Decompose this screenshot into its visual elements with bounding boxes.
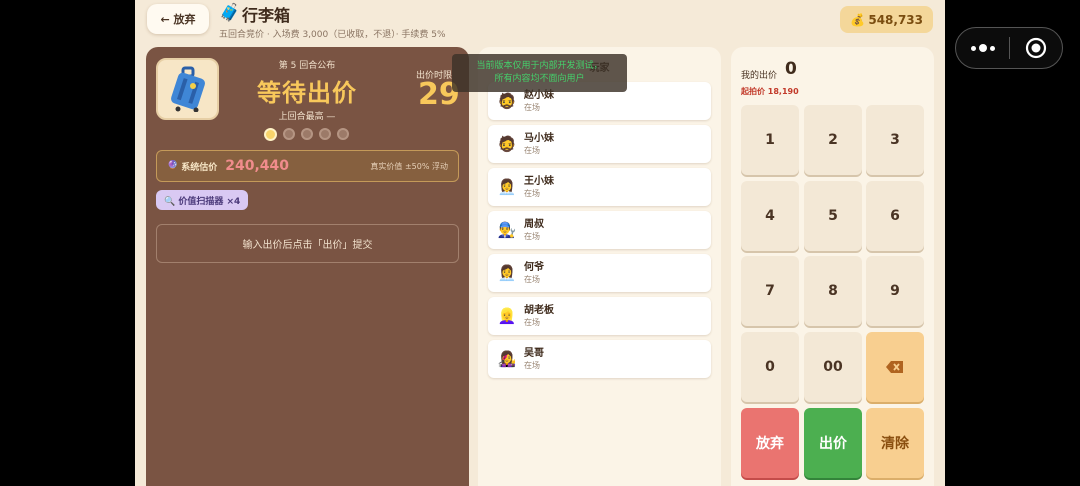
give-up-back-button[interactable]: ← 放弃: [147, 4, 209, 34]
suitcase-icon: [170, 66, 205, 112]
round-dot: [264, 128, 277, 141]
avatar: 🧔: [497, 135, 517, 153]
backspace-button[interactable]: [866, 332, 924, 402]
key-5[interactable]: 5: [804, 181, 862, 251]
target-close-icon[interactable]: [1010, 37, 1062, 59]
player-name: 马小妹: [524, 132, 554, 144]
round-label: 第 5 回合公布: [278, 61, 336, 71]
toast-line-2: 所有内容均不面向用户: [494, 74, 585, 84]
avatar: 👱‍♀️: [497, 307, 517, 325]
round-progress: [264, 128, 349, 141]
player-row: 🧔 马小妹 在场: [488, 125, 711, 163]
player-name: 何爷: [524, 261, 544, 273]
start-price: 起拍价 18,190: [741, 87, 799, 96]
backspace-icon: [886, 361, 903, 373]
page-title: 行李箱: [242, 6, 291, 25]
page-subtitle: 五回合竞价 · 入场费 3,000（已收取，不退）· 手续费 5%: [219, 30, 446, 40]
player-state: 在场: [524, 231, 540, 241]
key-6[interactable]: 6: [866, 181, 924, 251]
key-9[interactable]: 9: [866, 256, 924, 326]
item-card: [156, 58, 219, 120]
key-1[interactable]: 1: [741, 105, 799, 175]
round-dot: [337, 128, 349, 140]
estimate-note: 真实价值 ±50% 浮动: [370, 161, 448, 171]
player-state: 在场: [524, 317, 540, 327]
player-name: 周叔: [524, 218, 544, 230]
player-row: 👱‍♀️ 胡老板 在场: [488, 297, 711, 335]
money-bag-icon: 💰: [850, 12, 866, 27]
player-state: 在场: [524, 360, 540, 370]
crystal-ball-icon: 🔮: [167, 161, 179, 171]
estimate-label: 系统估价: [181, 162, 218, 173]
avatar: 👩‍🎤: [497, 350, 517, 368]
coin-balance: 💰 548,733: [840, 6, 933, 33]
player-row: 👩‍🎤 吴哥 在场: [488, 340, 711, 378]
auction-status: 等待出价: [257, 79, 357, 107]
key-2[interactable]: 2: [804, 105, 862, 175]
round-dot: [301, 128, 313, 140]
coin-amount: 548,733: [868, 12, 923, 27]
bid-hint: 输入出价后点击「出价」提交: [156, 224, 459, 263]
auction-panel: 第 5 回合公布 等待出价 上回合最高 — 出价时限 29 🔮 系统估价 240…: [146, 47, 469, 486]
avatar: 👩‍💼: [497, 178, 517, 196]
toast-line-1: 当前版本仅用于内部开发测试，: [476, 61, 603, 71]
player-name: 吴哥: [524, 347, 544, 359]
key-4[interactable]: 4: [741, 181, 799, 251]
key-8[interactable]: 8: [804, 256, 862, 326]
avatar: 🧔: [497, 92, 517, 110]
key-00[interactable]: 00: [804, 332, 862, 402]
player-name: 王小妹: [524, 175, 554, 187]
suitcase-icon: 🧳: [219, 3, 241, 23]
players-panel: 玩家 🧔赵小妹在场🧔马小妹在场👩‍💼王小妹在场👨‍🔧周叔在场👩‍💼何爷在场👱‍♀…: [478, 47, 721, 486]
key-3[interactable]: 3: [866, 105, 924, 175]
my-bid-label: 我的出价: [741, 71, 778, 81]
game-stage: ← 放弃 🧳 行李箱 五回合竞价 · 入场费 3,000（已收取，不退）· 手续…: [135, 0, 945, 486]
my-bid-value: 0: [785, 59, 797, 79]
give-up-button[interactable]: 放弃: [741, 408, 799, 478]
key-7[interactable]: 7: [741, 256, 799, 326]
player-name: 胡老板: [524, 304, 554, 316]
player-row: 👨‍🔧 周叔 在场: [488, 211, 711, 249]
value-scanner-button[interactable]: 🔍 价值扫描器 ×4: [156, 190, 249, 210]
player-state: 在场: [524, 145, 540, 155]
round-dot: [319, 128, 331, 140]
avatar: 👩‍💼: [497, 264, 517, 282]
keypad-panel: 我的出价 0 起拍价 18,190 1 2 3 4 5 6 7 8 9 0 00…: [731, 47, 934, 486]
key-0[interactable]: 0: [741, 332, 799, 402]
estimate-value: 240,440: [225, 158, 289, 174]
bid-button[interactable]: 出价: [804, 408, 862, 478]
avatar: 👨‍🔧: [497, 221, 517, 239]
previous-high-bid: 上回合最高 —: [278, 112, 336, 122]
dev-toast: 当前版本仅用于内部开发测试， 所有内容均不面向用户: [452, 54, 627, 92]
miniprogram-capsule: [955, 27, 1063, 69]
more-dots-icon[interactable]: [956, 44, 1009, 52]
player-row: 👩‍💼 王小妹 在场: [488, 168, 711, 206]
player-row: 👩‍💼 何爷 在场: [488, 254, 711, 292]
clear-button[interactable]: 清除: [866, 408, 924, 478]
system-estimate: 🔮 系统估价 240,440 真实价值 ±50% 浮动: [156, 150, 459, 182]
player-state: 在场: [524, 102, 540, 112]
player-state: 在场: [524, 188, 540, 198]
round-dot: [283, 128, 295, 140]
player-state: 在场: [524, 274, 540, 284]
